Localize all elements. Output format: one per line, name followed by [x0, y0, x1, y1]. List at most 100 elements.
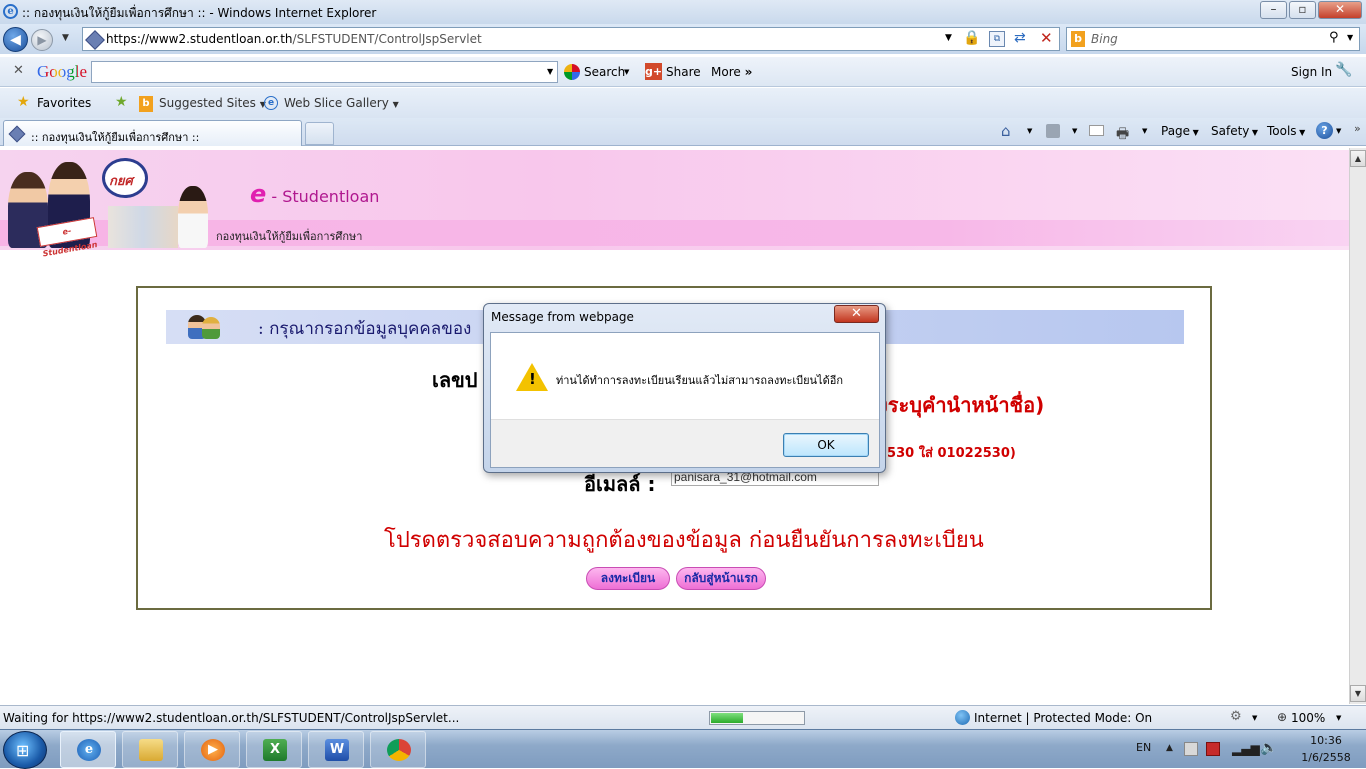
home-icon[interactable]: ⌂: [1001, 122, 1011, 140]
stop-icon[interactable]: ✕: [1040, 29, 1053, 47]
media-player-icon: ▶: [201, 739, 225, 761]
taskbar-explorer[interactable]: [122, 731, 178, 768]
name-prefix-hint: งระบุคำนำหน้าชื่อ): [878, 393, 1045, 417]
maximize-button[interactable]: ▫: [1289, 1, 1316, 19]
new-tab-button[interactable]: [305, 122, 334, 145]
dialog-body: ! ท่านได้ทำการลงทะเบียนเรียนแล้วไม่สามาร…: [490, 332, 880, 468]
minimize-button[interactable]: –: [1260, 1, 1287, 19]
google-search-button[interactable]: Search: [584, 65, 625, 79]
message-dialog: Message from webpage ✕ ! ท่านได้ทำการลงท…: [483, 303, 886, 473]
taskbar-chrome[interactable]: [370, 731, 426, 768]
clock-time[interactable]: 10:36: [1304, 734, 1348, 747]
excel-icon: X: [263, 739, 287, 761]
sign-in-link[interactable]: Sign In: [1291, 65, 1332, 79]
students-group-image: [108, 206, 178, 248]
google-toolbar: ✕ Google ▼ Search ▼ g+ Share More » Sign…: [0, 57, 1366, 87]
status-text: Waiting for https://www2.studentloan.or.…: [3, 711, 460, 725]
address-dropdown-icon[interactable]: ▼: [945, 33, 952, 43]
wrench-icon[interactable]: 🔧: [1335, 62, 1352, 78]
taskbar-media-player[interactable]: ▶: [184, 731, 240, 768]
home-dropdown-icon[interactable]: ▼: [1027, 127, 1032, 135]
warning-icon: !: [516, 363, 548, 391]
language-indicator[interactable]: EN: [1136, 741, 1151, 754]
zoom-level[interactable]: 100%: [1291, 711, 1325, 725]
compatibility-view-icon[interactable]: ⧉: [989, 31, 1005, 47]
more-button[interactable]: More »: [711, 65, 752, 79]
back-button[interactable]: ◀: [3, 27, 28, 52]
tools-menu[interactable]: Tools ▼: [1267, 124, 1305, 138]
google-search-input[interactable]: [91, 61, 558, 83]
confirm-warning-text: โปรดตรวจสอบความถูกต้องของข้อมูล ก่อนยืนย…: [384, 528, 984, 553]
security-zone-text[interactable]: Internet | Protected Mode: On: [974, 711, 1152, 725]
users-icon: [188, 313, 222, 341]
google-search-dropdown-icon[interactable]: ▼: [547, 67, 553, 76]
help-icon[interactable]: ?: [1316, 122, 1333, 139]
taskbar-word[interactable]: W: [308, 731, 364, 768]
network-icon[interactable]: ▂▄▆: [1232, 742, 1260, 756]
recent-pages-dropdown-icon[interactable]: ▼: [62, 33, 69, 43]
close-window-button[interactable]: ✕: [1318, 1, 1362, 19]
help-dropdown-icon[interactable]: ▼: [1336, 127, 1341, 135]
site-subtitle: กองทุนเงินให้กู้ยืมเพื่อการศึกษา: [216, 230, 363, 243]
search-options-dropdown-icon[interactable]: ▼: [624, 68, 629, 76]
site-title: e - Studentloan: [250, 180, 380, 208]
register-button[interactable]: ลงทะเบียน: [586, 567, 670, 590]
share-button[interactable]: Share: [666, 65, 701, 79]
page-menu[interactable]: Page ▼: [1161, 124, 1199, 138]
toolbar-close-icon[interactable]: ✕: [13, 63, 24, 78]
dialog-caption: Message from webpage: [491, 310, 634, 324]
print-dropdown-icon[interactable]: ▼: [1142, 127, 1147, 135]
dialog-close-button[interactable]: ✕: [834, 305, 879, 323]
zoom-dropdown-icon[interactable]: ▼: [1336, 714, 1341, 722]
protected-mode-icon[interactable]: ⚙: [1230, 709, 1242, 724]
dialog-message: ท่านได้ทำการลงทะเบียนเรียนแล้วไม่สามารถล…: [556, 374, 844, 387]
bing-icon: b: [1071, 31, 1085, 47]
bing-suggested-icon: b: [139, 96, 153, 112]
add-to-favorites-bar-icon[interactable]: ★: [115, 94, 128, 110]
tab-studentloan[interactable]: :: กองทุนเงินให้กู้ยืมเพื่อการศึกษา ::: [3, 120, 302, 146]
ok-button[interactable]: OK: [783, 433, 869, 457]
toolbar-chevron-icon[interactable]: »: [1354, 122, 1361, 135]
web-slice-gallery-link[interactable]: Web Slice Gallery ▼: [284, 96, 399, 110]
suggested-sites-link[interactable]: Suggested Sites ▼: [159, 96, 266, 110]
protected-mode-dropdown-icon[interactable]: ▼: [1252, 714, 1257, 722]
tab-label: :: กองทุนเงินให้กู้ยืมเพื่อการศึกษา ::: [31, 131, 200, 144]
favorites-button[interactable]: Favorites: [37, 96, 91, 110]
favorites-bar: ★ Favorites ★ b Suggested Sites ▼ e Web …: [0, 88, 1366, 118]
show-hidden-icons[interactable]: ▲: [1166, 743, 1173, 753]
feeds-icon[interactable]: [1046, 124, 1060, 138]
search-icon[interactable]: ⚲: [1329, 30, 1339, 45]
scroll-up-button[interactable]: ▲: [1350, 150, 1366, 167]
search-placeholder: Bing: [1091, 32, 1118, 46]
safety-menu[interactable]: Safety ▼: [1211, 124, 1258, 138]
dialog-footer: OK: [491, 419, 879, 467]
taskbar-internet-explorer[interactable]: e: [60, 731, 116, 768]
internet-zone-icon: [955, 710, 970, 725]
word-icon: W: [325, 739, 349, 761]
tab-bar: :: กองทุนเงินให้กู้ยืมเพื่อการศึกษา :: ⌂…: [0, 118, 1366, 146]
address-bar[interactable]: https://www2.studentloan.or.th/SLFSTUDEN…: [82, 27, 1060, 51]
forward-button[interactable]: ▶: [31, 29, 53, 51]
security-alert-icon[interactable]: [1206, 742, 1220, 756]
vertical-scrollbar[interactable]: ▲ ▼: [1349, 148, 1366, 704]
action-center-icon[interactable]: [1184, 742, 1198, 756]
scroll-down-button[interactable]: ▼: [1350, 685, 1366, 702]
search-box[interactable]: b Bing ⚲ ▼: [1066, 27, 1360, 51]
back-to-home-button[interactable]: กลับสู่หน้าแรก: [676, 567, 766, 590]
print-icon[interactable]: 🖶: [1116, 123, 1129, 147]
search-dropdown-icon[interactable]: ▼: [1347, 33, 1353, 42]
status-bar: Waiting for https://www2.studentloan.or.…: [0, 705, 1366, 729]
zoom-icon: ⊕: [1277, 710, 1288, 724]
start-button[interactable]: ⊞: [3, 731, 47, 769]
taskbar-excel[interactable]: X: [246, 731, 302, 768]
navigation-bar: ◀ ▶ ▼ https://www2.studentloan.or.th/SLF…: [0, 24, 1366, 54]
volume-icon[interactable]: 🔈: [1260, 740, 1277, 756]
window-title-bar[interactable]: e :: กองทุนเงินให้กู้ยืมเพื่อการศึกษา ::…: [0, 0, 1366, 24]
refresh-icon[interactable]: ⇄: [1014, 30, 1026, 46]
ie-app-icon: e: [77, 739, 101, 761]
clock-date[interactable]: 1/6/2558: [1298, 751, 1354, 764]
read-mail-icon[interactable]: [1089, 125, 1104, 136]
system-tray: EN ▲ ▂▄▆ 🔈 10:36 1/6/2558: [1128, 730, 1366, 769]
feeds-dropdown-icon[interactable]: ▼: [1072, 127, 1077, 135]
lock-icon[interactable]: 🔒: [963, 30, 980, 46]
